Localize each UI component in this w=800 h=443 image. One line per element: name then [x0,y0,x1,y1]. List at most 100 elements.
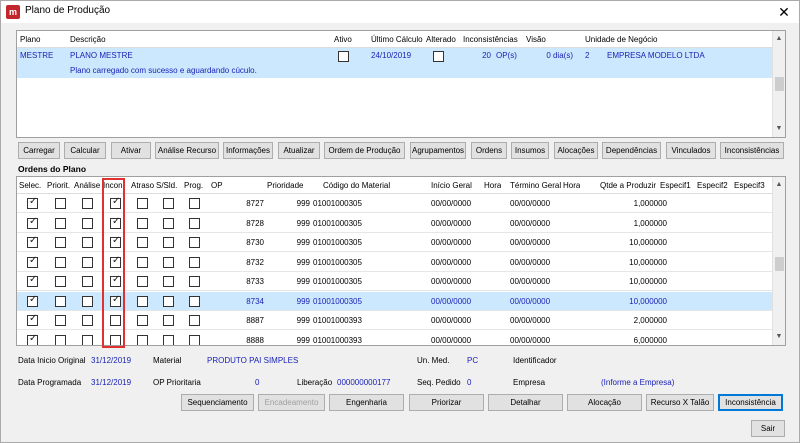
ordem-de-producao-button[interactable]: Ordem de Produção [324,142,405,159]
encadeamento-button[interactable]: Encadeamento [258,394,325,411]
close-icon[interactable]: ✕ [775,3,793,21]
ssld-checkbox[interactable] [163,256,174,268]
order-row[interactable]: 8733 99901001000305 00/00/0000 00/00/0000 10… [17,272,774,291]
priorit-checkbox[interactable] [55,315,66,326]
order-row[interactable]: 8887 99901001000393 00/00/0000 00/00/0000 2,… [17,311,774,330]
ssld-checkbox[interactable] [163,217,174,229]
selec-checkbox[interactable] [27,196,38,209]
plan-alterado-checkbox[interactable] [433,51,444,62]
analise-checkbox[interactable] [82,334,93,345]
analise-checkbox[interactable] [82,237,93,248]
priorit-checkbox[interactable] [55,198,66,209]
sequenciamento-button[interactable]: Sequenciamento [181,394,254,411]
orders-header-cell[interactable]: Qtde a Produzir [600,177,656,193]
selec-checkbox[interactable] [27,333,38,345]
selec-checkbox[interactable] [27,294,38,307]
vinculados-button[interactable]: Vinculados [666,142,716,159]
analise-checkbox[interactable] [82,198,93,209]
detalhar-button[interactable]: Detalhar [488,394,563,411]
analise-checkbox[interactable] [82,256,93,268]
calcular-button[interactable]: Calcular [64,142,106,159]
order-row[interactable]: 8730 99901001000305 00/00/0000 00/00/0000 10… [17,233,774,252]
orders-header-cell[interactable]: Prioridade [267,177,303,193]
orders-header-cell[interactable]: Prog. [184,177,203,193]
orders-header-cell[interactable]: S/Sld. [156,177,177,193]
orders-header-cell[interactable]: Análise [74,177,100,193]
atraso-checkbox[interactable] [137,237,148,248]
atraso-checkbox[interactable] [137,315,148,326]
agrupamentos-button[interactable]: Agrupamentos [410,142,466,159]
selec-checkbox[interactable] [27,255,38,268]
orders-header-cell[interactable]: Selec. [19,177,41,193]
selec-checkbox[interactable] [27,216,38,229]
orders-header-cell[interactable]: OP [211,177,223,193]
analise-checkbox[interactable] [82,295,93,307]
prog-checkbox[interactable] [189,276,200,287]
scroll-down-icon[interactable]: ▼ [773,331,785,343]
plan-grid-scrollbar[interactable]: ▲ ▼ [772,31,785,137]
orders-grid-scrollbar[interactable]: ▲ ▼ [772,177,785,345]
orders-header-cell[interactable]: Priorit. [47,177,70,193]
orders-header-cell[interactable]: Código do Material [323,177,390,193]
scroll-thumb[interactable] [775,77,784,91]
atraso-checkbox[interactable] [137,295,148,307]
ssld-checkbox[interactable] [163,237,174,248]
order-row[interactable]: 8727 99901001000305 00/00/0000 00/00/0000 1,… [17,194,774,213]
ssld-checkbox[interactable] [163,334,174,345]
alocacoes-button[interactable]: Alocações [554,142,598,159]
priorit-checkbox[interactable] [55,334,66,345]
orders-header-cell[interactable]: Início Geral [431,177,472,193]
analise-checkbox[interactable] [82,276,93,287]
priorit-checkbox[interactable] [55,276,66,287]
atraso-checkbox[interactable] [137,256,148,268]
analise-recurso-button[interactable]: Análise Recurso [155,142,219,159]
order-row[interactable]: 8888 99901001000393 00/00/0000 00/00/0000 6,… [17,331,774,345]
empresa-value[interactable]: (Informe a Empresa) [601,378,674,387]
atraso-checkbox[interactable] [137,198,148,209]
ssld-checkbox[interactable] [163,295,174,307]
orders-header-cell[interactable]: Hora [563,177,580,193]
prog-checkbox[interactable] [189,315,200,326]
alocacao-button[interactable]: Alocação [567,394,642,411]
plan-row[interactable]: MESTRE PLANO MESTRE Plano carregado com … [17,48,774,78]
atraso-checkbox[interactable] [137,276,148,287]
ssld-checkbox[interactable] [163,198,174,209]
recurso-x-talao-button[interactable]: Recurso X Talão [646,394,714,411]
order-row[interactable]: 8732 99901001000305 00/00/0000 00/00/0000 10… [17,253,774,272]
atraso-checkbox[interactable] [137,334,148,345]
ssld-checkbox[interactable] [163,276,174,287]
orders-header-cell[interactable]: Hora [484,177,501,193]
prog-checkbox[interactable] [189,217,200,229]
engenharia-button[interactable]: Engenharia [329,394,404,411]
prog-checkbox[interactable] [189,198,200,209]
ativar-button[interactable]: Ativar [111,142,151,159]
insumos-button[interactable]: Insumos [511,142,549,159]
sair-button[interactable]: Sair [751,420,785,437]
priorit-checkbox[interactable] [55,237,66,248]
orders-header-cell[interactable]: Especif1 [660,177,691,193]
plan-ativo-checkbox[interactable] [338,51,349,62]
scroll-thumb[interactable] [775,257,784,271]
prog-checkbox[interactable] [189,256,200,268]
orders-header-cell[interactable]: Término Geral [510,177,561,193]
atualizar-button[interactable]: Atualizar [278,142,320,159]
priorizar-button[interactable]: Priorizar [409,394,484,411]
ordens-button[interactable]: Ordens [471,142,507,159]
orders-header-cell[interactable]: Especif2 [697,177,728,193]
priorit-checkbox[interactable] [55,256,66,268]
priorit-checkbox[interactable] [55,217,66,229]
selec-checkbox[interactable] [27,235,38,248]
prog-checkbox[interactable] [189,334,200,345]
dependencias-button[interactable]: Dependências [602,142,661,159]
selec-checkbox[interactable] [27,274,38,287]
ssld-checkbox[interactable] [163,315,174,326]
prog-checkbox[interactable] [189,295,200,307]
scroll-up-icon[interactable]: ▲ [773,179,785,191]
priorit-checkbox[interactable] [55,295,66,307]
carregar-button[interactable]: Carregar [18,142,60,159]
inconsistencia-button[interactable]: Inconsistência [718,394,783,411]
order-row[interactable]: 8734 99901001000305 00/00/0000 00/00/0000 10… [17,291,774,311]
analise-checkbox[interactable] [82,217,93,229]
selec-checkbox[interactable] [27,313,38,326]
analise-checkbox[interactable] [82,315,93,326]
